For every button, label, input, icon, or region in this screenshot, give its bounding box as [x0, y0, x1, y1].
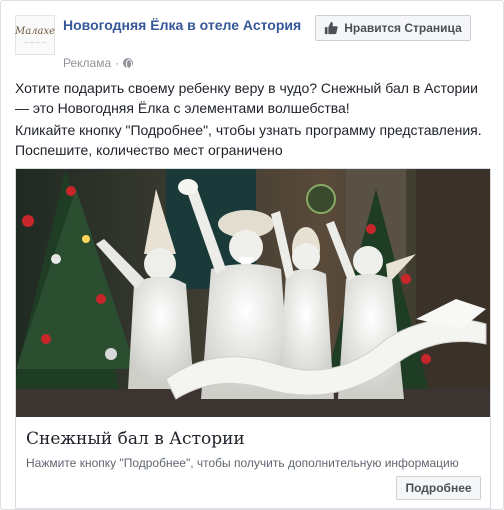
post-text-paragraph-2: Кликайте кнопку "Подробнее", чтобы узнат…: [15, 122, 482, 158]
sponsored-line: Реклама ·: [63, 56, 134, 70]
like-button-label: Нравится Страница: [344, 21, 462, 35]
card-description: Нажмите кнопку "Подробнее", чтобы получи…: [26, 456, 459, 470]
learn-more-button[interactable]: Подробнее: [396, 476, 481, 500]
logo-underline: — — — —: [24, 38, 46, 44]
card-title[interactable]: Снежный бал в Астории: [26, 427, 482, 451]
thumbs-up-icon: [325, 21, 338, 35]
sponsored-label[interactable]: Реклама: [63, 56, 111, 70]
like-page-button[interactable]: Нравится Страница: [315, 15, 471, 41]
sponsored-post: Малахе — — — — Новогодняя Ёлка в отеле А…: [0, 0, 504, 510]
post-text-paragraph-1: Хотите подарить своему ребенку веру в чу…: [15, 80, 478, 116]
page-avatar[interactable]: Малахе — — — —: [15, 15, 55, 55]
page-name-link[interactable]: Новогодняя Ёлка в отеле Астория: [63, 15, 303, 35]
hotel-logo-icon: Малахе: [14, 25, 56, 37]
link-card[interactable]: Снежный бал в Астории Нажмите кнопку "По…: [15, 168, 491, 509]
snow-ball-performers-photo[interactable]: [16, 169, 490, 417]
separator-dot: ·: [115, 56, 120, 70]
globe-icon[interactable]: [123, 58, 134, 69]
